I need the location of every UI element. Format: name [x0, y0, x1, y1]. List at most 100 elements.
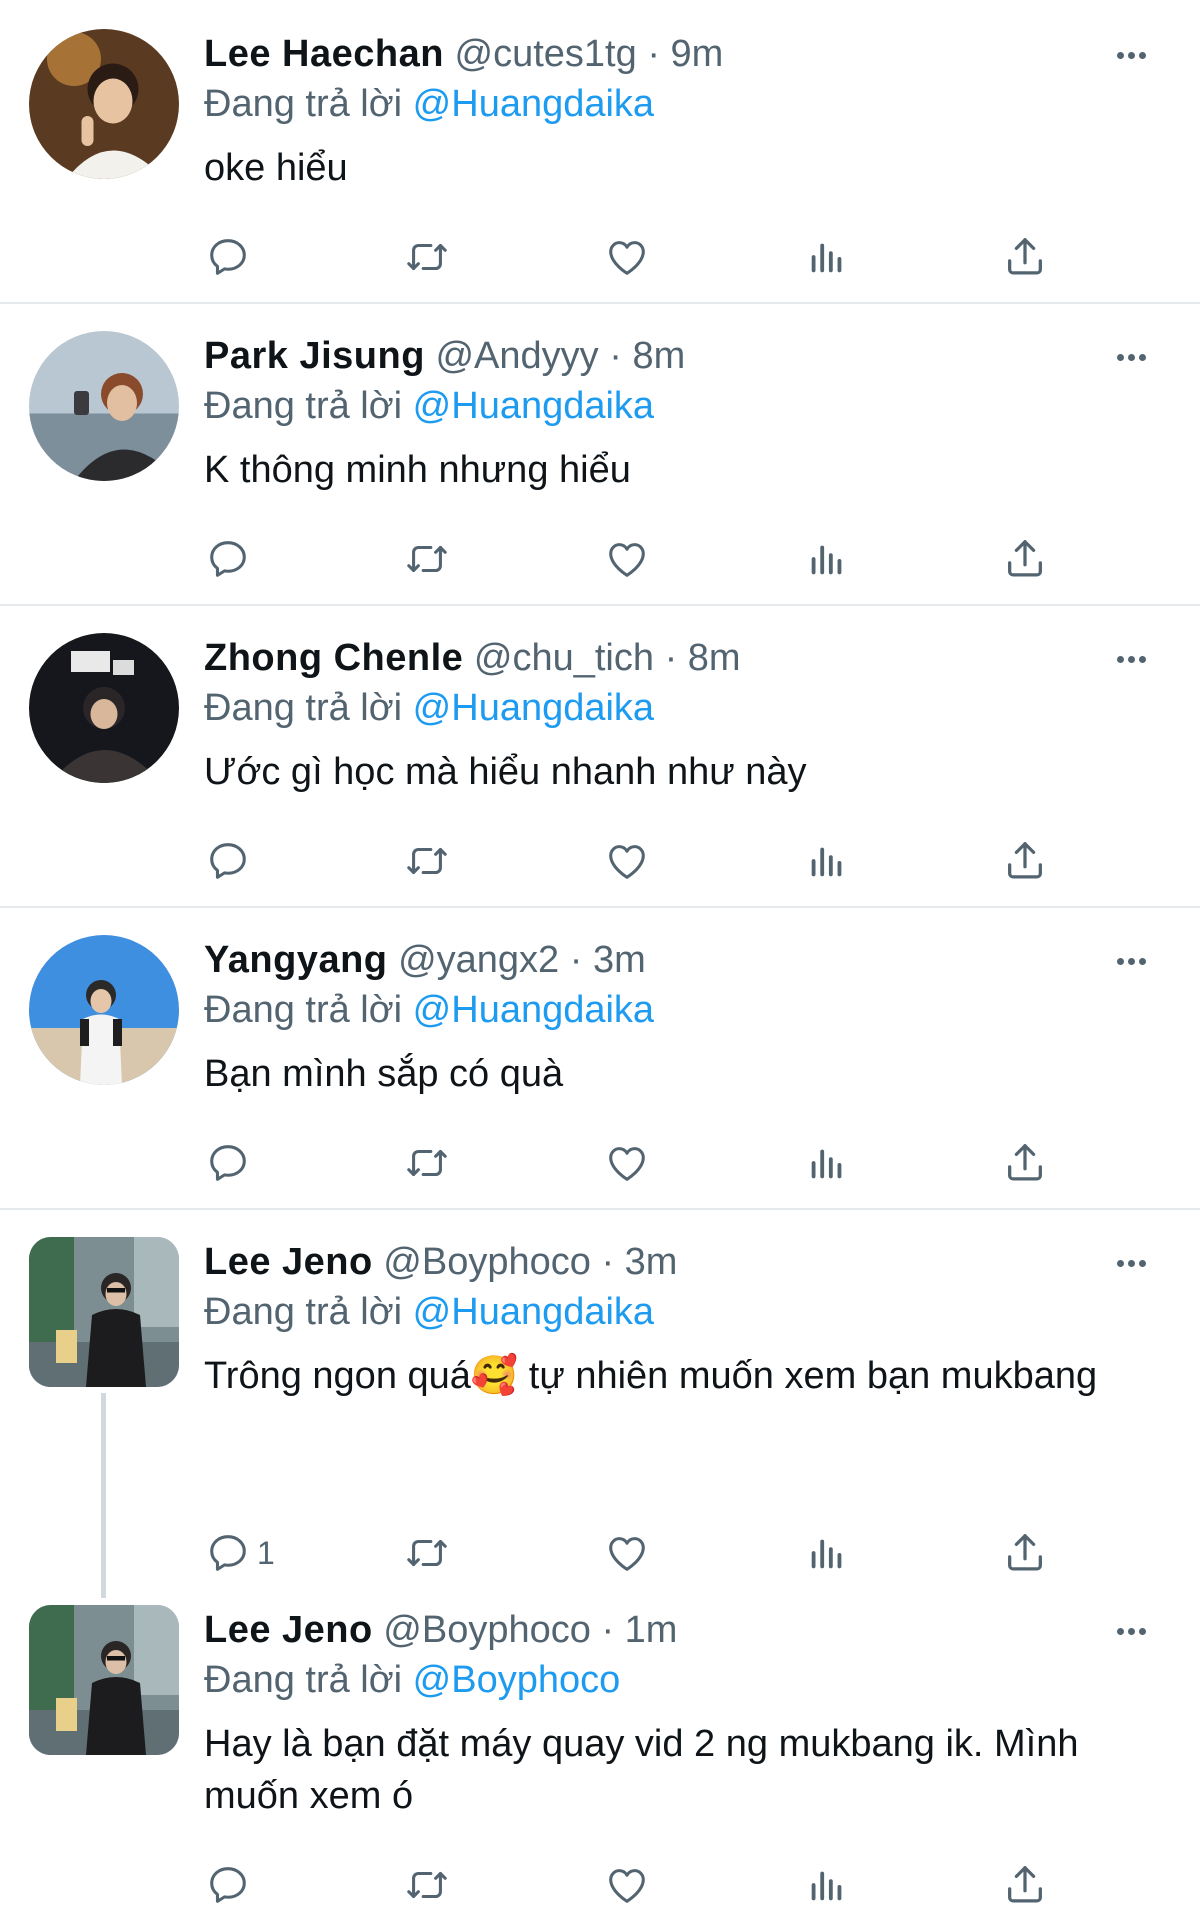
retweet-icon [404, 1530, 450, 1576]
views-icon [804, 1530, 850, 1576]
retweet-button[interactable] [404, 1528, 450, 1578]
handle[interactable]: @chu_tich [474, 637, 654, 679]
reply-icon [205, 536, 251, 582]
display-name[interactable]: Zhong Chenle [204, 637, 463, 679]
share-button[interactable] [1002, 1138, 1048, 1188]
display-name[interactable]: Yangyang [204, 939, 388, 981]
timestamp[interactable]: · 1m [601, 1609, 677, 1651]
replying-to: Đang trả lời @Huangdaika [204, 1288, 654, 1336]
timestamp[interactable]: · 3m [570, 939, 646, 981]
tweet[interactable]: Zhong Chenle @chu_tich · 8m Đang trả lời… [0, 604, 1200, 906]
more-icon[interactable] [1117, 52, 1146, 59]
replying-to-label: Đang trả lời [204, 687, 403, 729]
share-button[interactable] [1002, 836, 1048, 886]
avatar[interactable] [29, 633, 179, 783]
reply-icon [205, 838, 251, 884]
reply-button[interactable] [205, 1138, 251, 1188]
action-bar [204, 1860, 1084, 1910]
tweet-text: Bạn mình sắp có quà [204, 1053, 564, 1095]
reply-button[interactable]: 1 [205, 1528, 275, 1578]
share-icon [1002, 1530, 1048, 1576]
mention-link[interactable]: @Huangdaika [413, 989, 654, 1031]
avatar[interactable] [29, 935, 179, 1085]
retweet-button[interactable] [404, 232, 450, 282]
more-icon[interactable] [1117, 1628, 1146, 1635]
timestamp[interactable]: · 8m [609, 335, 685, 377]
handle[interactable]: @Boyphoco [383, 1241, 591, 1283]
views-button[interactable] [804, 534, 850, 584]
like-icon [604, 1140, 650, 1186]
like-button[interactable] [604, 1528, 650, 1578]
like-button[interactable] [604, 836, 650, 886]
handle[interactable]: @cutes1tg [455, 33, 637, 75]
views-button[interactable] [804, 1138, 850, 1188]
like-button[interactable] [604, 1860, 650, 1910]
handle[interactable]: @yangx2 [398, 939, 559, 981]
timestamp[interactable]: · 9m [647, 33, 723, 75]
reply-button[interactable] [205, 1860, 251, 1910]
like-button[interactable] [604, 534, 650, 584]
views-icon [804, 536, 850, 582]
action-bar [204, 1138, 1084, 1188]
tweet-header: Lee Jeno @Boyphoco · 3m [204, 1238, 677, 1286]
avatar[interactable] [29, 1605, 179, 1755]
replying-to: Đang trả lời @Huangdaika [204, 684, 654, 732]
reply-icon [205, 1530, 251, 1576]
tweet[interactable]: Lee Jeno @Boyphoco · 1m Đang trả lời @Bo… [0, 1576, 1200, 1920]
views-button[interactable] [804, 836, 850, 886]
more-icon[interactable] [1117, 1260, 1146, 1267]
share-button[interactable] [1002, 1528, 1048, 1578]
retweet-icon [404, 838, 450, 884]
retweet-button[interactable] [404, 1138, 450, 1188]
replying-to-label: Đang trả lời [204, 1659, 403, 1701]
replying-to: Đang trả lời @Boyphoco [204, 1656, 620, 1704]
mention-link[interactable]: @Boyphoco [413, 1659, 621, 1701]
tweet[interactable]: Park Jisung @Andyyy · 8m Đang trả lời @H… [0, 302, 1200, 604]
like-button[interactable] [604, 232, 650, 282]
tweet[interactable]: Lee Jeno @Boyphoco · 3m Đang trả lời @Hu… [0, 1208, 1200, 1594]
mention-link[interactable]: @Huangdaika [413, 385, 654, 427]
replying-to-label: Đang trả lời [204, 385, 403, 427]
display-name[interactable]: Lee Jeno [204, 1241, 373, 1283]
handle[interactable]: @Boyphoco [383, 1609, 591, 1651]
tweet[interactable]: Lee Haechan @cutes1tg · 9m Đang trả lời … [0, 0, 1200, 302]
mention-link[interactable]: @Huangdaika [413, 83, 654, 125]
tweet[interactable]: Yangyang @yangx2 · 3m Đang trả lời @Huan… [0, 906, 1200, 1208]
more-icon[interactable] [1117, 354, 1146, 361]
views-icon [804, 1862, 850, 1908]
tweet-text: Trông ngon quá🥰 tự nhiên muốn xem bạn mu… [204, 1355, 1098, 1397]
more-icon[interactable] [1117, 656, 1146, 663]
views-button[interactable] [804, 1528, 850, 1578]
avatar[interactable] [29, 29, 179, 179]
retweet-button[interactable] [404, 1860, 450, 1910]
views-button[interactable] [804, 1860, 850, 1910]
reply-button[interactable] [205, 836, 251, 886]
handle[interactable]: @Andyyy [435, 335, 598, 377]
more-icon[interactable] [1117, 958, 1146, 965]
reply-button[interactable] [205, 534, 251, 584]
retweet-button[interactable] [404, 534, 450, 584]
share-button[interactable] [1002, 232, 1048, 282]
mention-link[interactable]: @Huangdaika [413, 1291, 654, 1333]
reply-icon [205, 1862, 251, 1908]
like-button[interactable] [604, 1138, 650, 1188]
like-icon [604, 1862, 650, 1908]
mention-link[interactable]: @Huangdaika [413, 687, 654, 729]
retweet-button[interactable] [404, 836, 450, 886]
views-button[interactable] [804, 232, 850, 282]
share-button[interactable] [1002, 1860, 1048, 1910]
avatar[interactable] [29, 331, 179, 481]
reply-icon [205, 1140, 251, 1186]
tweet-header: Lee Jeno @Boyphoco · 1m [204, 1606, 677, 1654]
display-name[interactable]: Lee Jeno [204, 1609, 373, 1651]
timestamp[interactable]: · 3m [601, 1241, 677, 1283]
share-button[interactable] [1002, 534, 1048, 584]
display-name[interactable]: Park Jisung [204, 335, 425, 377]
like-icon [604, 234, 650, 280]
replying-to: Đang trả lời @Huangdaika [204, 80, 654, 128]
reply-button[interactable] [205, 232, 251, 282]
avatar[interactable] [29, 1237, 179, 1387]
tweet-text: K thông minh nhưng hiểu [204, 449, 631, 491]
timestamp[interactable]: · 8m [665, 637, 741, 679]
display-name[interactable]: Lee Haechan [204, 33, 444, 75]
